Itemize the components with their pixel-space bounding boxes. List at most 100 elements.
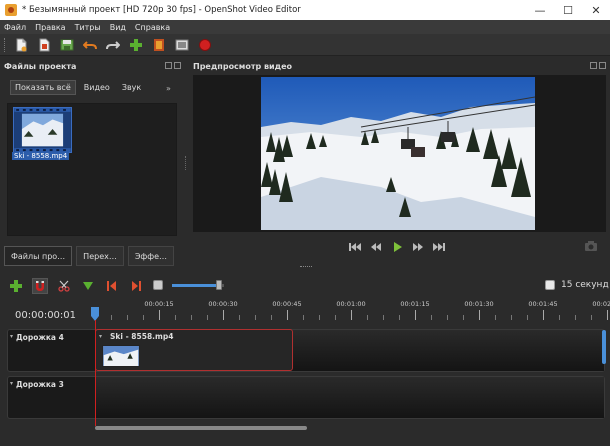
preview-panel-controls[interactable] [590,62,606,70]
choose-profile-icon[interactable] [151,37,167,53]
filter-show-all[interactable]: Показать всё [10,80,76,95]
next-marker-icon [132,281,141,291]
horizontal-scrollbar[interactable] [95,426,307,430]
track-label: Дорожка 3 [16,380,64,389]
ruler-tick [607,310,608,320]
ruler-time-label: 00:00:30 [208,300,238,308]
jump-end-button[interactable] [429,240,449,254]
ruler-tick [159,310,160,320]
ruler-tick [495,315,496,320]
timeline-toolbar [0,275,610,297]
magnet-icon [36,281,44,291]
ruler-tick [447,315,448,320]
project-files-list[interactable]: Ski - 8558.mp4 [7,103,177,236]
horizontal-splitter[interactable] [300,266,312,268]
play-icon [394,242,402,252]
play-button[interactable] [387,240,407,254]
ruler-tick [511,315,512,320]
import-files-icon[interactable] [128,37,144,53]
track-menu-icon[interactable]: ▾ [10,380,13,387]
menu-view[interactable]: Вид [110,23,126,32]
jump-start-button[interactable] [345,240,365,254]
ruler-tick [143,315,144,320]
files-filter-tabs: Показать всё Видео Звук [10,80,149,95]
new-project-icon[interactable] [13,37,29,53]
ruler-time-label: 00:02:00 [592,300,610,308]
title-bar: * Безымянный проект [HD 720p 30 fps] - O… [0,0,610,20]
track-content-area[interactable] [96,377,604,418]
track-menu-icon[interactable]: ▾ [10,333,13,340]
export-video-icon[interactable] [197,37,213,53]
playhead-marker-icon[interactable] [91,307,99,321]
openshot-logo-icon [5,4,17,16]
camera-icon[interactable] [584,240,598,252]
tab-effects[interactable]: Эффе… [127,246,175,266]
save-project-icon[interactable] [59,37,75,53]
razor-button[interactable] [56,278,72,294]
project-files-panel-controls[interactable] [165,62,181,70]
ruler-tick [335,315,336,320]
menu-file[interactable]: Файл [4,23,26,32]
file-name-label: Ski - 8558.mp4 [12,152,70,160]
playback-controls [345,240,450,254]
zoom-checkbox[interactable] [545,280,555,290]
snapping-button[interactable] [32,278,48,294]
add-marker-button[interactable] [80,278,96,294]
ruler-time-label: 00:00:45 [272,300,302,308]
clip-menu-icon[interactable]: ▾ [99,333,102,340]
menu-edit[interactable]: Правка [35,23,65,32]
ruler-tick [271,315,272,320]
ruler-tick [559,315,560,320]
minimize-button[interactable]: — [526,0,554,20]
menu-help[interactable]: Справка [135,23,170,32]
ruler-tick [431,315,432,320]
zoom-slider[interactable] [172,280,224,290]
float-icon[interactable] [590,62,597,69]
timeline-ruler[interactable]: 00:00:15 00:00:30 00:00:45 00:01:00 00:01:15… [95,297,610,327]
tab-transitions[interactable]: Перех… [76,246,124,266]
zoom-out-icon[interactable] [153,280,163,290]
ruler-tick [287,310,288,320]
dock-tabs: Файлы про… Перех… Эффе… [4,246,178,266]
timecode-display: 00:00:00:01 [15,310,77,321]
project-files-title: Файлы проекта [4,61,77,71]
filter-video[interactable]: Видео [80,81,114,94]
timeline-clip[interactable]: ▾ Ski - 8558.mp4 [95,329,293,371]
fast-forward-button[interactable] [408,240,428,254]
tab-project-files[interactable]: Файлы про… [4,246,73,266]
file-thumbnail[interactable] [13,107,72,153]
filter-clear-icon[interactable]: » [166,84,171,93]
add-track-button[interactable] [8,278,24,294]
fast-forward-icon [413,243,423,251]
track-row[interactable] [7,376,605,419]
playhead-line[interactable] [95,320,96,426]
toolbar-grip[interactable] [4,37,7,52]
float-icon[interactable] [165,62,172,69]
ruler-tick [383,315,384,320]
maximize-button[interactable]: ☐ [554,0,582,20]
marker-icon [83,282,93,290]
vertical-scrollbar[interactable] [602,330,606,364]
ruler-time-label: 00:01:00 [336,300,366,308]
fullscreen-icon[interactable] [174,37,190,53]
redo-icon[interactable] [105,37,121,53]
close-button[interactable]: ✕ [582,0,610,20]
ruler-tick [223,310,224,320]
ruler-time-label: 00:01:15 [400,300,430,308]
add-track-icon [10,280,22,292]
rewind-button[interactable] [366,240,386,254]
filter-audio[interactable]: Звук [118,81,145,94]
undo-icon[interactable] [82,37,98,53]
ruler-tick [207,315,208,320]
close-panel-icon[interactable] [599,62,606,69]
close-panel-icon[interactable] [174,62,181,69]
ruler-tick [399,315,400,320]
menu-bar: Файл Правка Титры Вид Справка [0,20,610,34]
previous-marker-button[interactable] [104,278,120,294]
menu-titles[interactable]: Титры [75,23,101,32]
zoom-slider-handle[interactable] [215,280,222,290]
zoom-slider-fill [172,284,219,287]
ruler-tick [319,315,320,320]
next-marker-button[interactable] [128,278,144,294]
open-project-icon[interactable] [36,37,52,53]
